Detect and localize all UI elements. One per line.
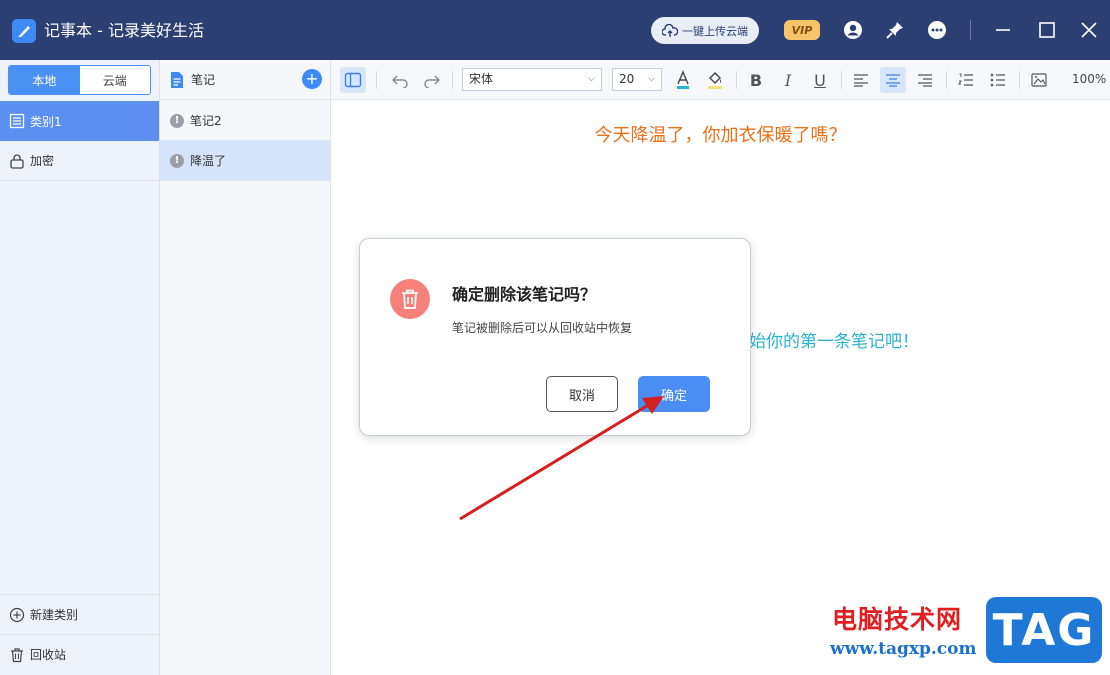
redo-icon[interactable] (419, 67, 445, 93)
title-bar: 记事本 - 记录美好生活 一键上传云端 VIP (0, 0, 1110, 60)
toolbar-divider (452, 71, 453, 89)
underline-icon[interactable]: U (807, 67, 833, 93)
tab-local[interactable]: 本地 (9, 66, 80, 94)
new-category-button[interactable]: 新建类别 (0, 594, 159, 634)
editor-toolbar: 宋体 ⌵ 20 ⌵ B I U 100% (331, 60, 1110, 100)
more-options-icon[interactable] (925, 18, 949, 42)
chevron-down-icon: ⌵ (648, 74, 655, 84)
note-title: 降温了 (190, 154, 227, 168)
font-family-select[interactable]: 宋体 ⌵ (462, 68, 602, 91)
note-list-title: 笔记 (191, 73, 216, 87)
category-item-encrypted[interactable]: 加密 (0, 141, 159, 181)
toolbar-divider (841, 71, 842, 89)
toggle-sidebar-icon[interactable] (340, 67, 366, 93)
toolbar-divider (946, 71, 947, 89)
storage-tabs: 本地 云端 (8, 65, 151, 95)
toolbar-divider (736, 71, 737, 89)
highlight-color-icon[interactable] (702, 67, 728, 93)
minimize-icon[interactable] (991, 18, 1015, 42)
align-center-icon[interactable] (880, 67, 906, 93)
note-item[interactable]: ! 笔记2 (160, 101, 330, 141)
cancel-button[interactable]: 取消 (546, 376, 618, 412)
category-sidebar: 本地 云端 类别1 加密 新建类别 回收站 (0, 60, 160, 675)
lock-icon (10, 153, 24, 169)
watermark-tag-logo: TAG (986, 597, 1102, 663)
plus-circle-icon (9, 607, 25, 622)
font-size-value: 20 (619, 72, 635, 86)
watermark-site-name: 电脑技术网 (832, 605, 963, 634)
font-color-icon[interactable] (670, 67, 696, 93)
window-title: 记事本 - 记录美好生活 (44, 21, 204, 40)
bullet-list-icon[interactable] (985, 67, 1011, 93)
category-label: 类别1 (30, 114, 62, 129)
recycle-bin-label: 回收站 (30, 648, 67, 662)
trash-icon (11, 647, 23, 662)
bold-icon[interactable]: B (743, 67, 769, 93)
delete-confirm-dialog: 确定删除该笔记吗？ 笔记被删除后可以从回收站中恢复 取消 确定 (359, 238, 751, 436)
list-icon (9, 113, 25, 129)
dialog-description: 笔记被删除后可以从回收站中恢复 (452, 321, 633, 335)
recycle-bin-button[interactable]: 回收站 (0, 634, 159, 674)
category-item-1[interactable]: 类别1 (0, 101, 159, 141)
cloud-upload-icon (662, 23, 678, 37)
italic-icon[interactable]: I (775, 67, 801, 93)
watermark-url: www.tagxp.com (830, 639, 977, 659)
font-size-select[interactable]: 20 ⌵ (612, 68, 662, 91)
maximize-icon[interactable] (1035, 18, 1059, 42)
app-logo-icon (12, 19, 36, 43)
close-icon[interactable] (1077, 18, 1101, 42)
user-account-icon[interactable] (841, 18, 865, 42)
placeholder-hint: 始你的第一条笔记吧！ (749, 332, 919, 352)
add-note-button[interactable]: + (302, 69, 322, 89)
note-item[interactable]: ! 降温了 (160, 141, 330, 181)
vip-badge[interactable]: VIP (784, 20, 820, 40)
unsynced-warning-icon: ! (170, 113, 184, 128)
confirm-button[interactable]: 确定 (638, 376, 710, 412)
trash-icon (390, 279, 430, 319)
upload-label: 一键上传云端 (682, 24, 748, 38)
unsynced-warning-icon: ! (170, 153, 184, 168)
note-list-panel: 笔记 + ! 笔记2 ! 降温了 (160, 60, 331, 675)
font-family-value: 宋体 (469, 72, 494, 86)
insert-image-icon[interactable] (1026, 67, 1052, 93)
upload-to-cloud-button[interactable]: 一键上传云端 (651, 17, 759, 44)
undo-icon[interactable] (387, 67, 413, 93)
note-title: 笔记2 (190, 114, 222, 128)
numbered-list-icon[interactable] (953, 67, 979, 93)
toolbar-divider (1019, 71, 1020, 89)
note-heading[interactable]: 今天降温了，你加衣保暖了嗎？ (331, 121, 1110, 147)
chevron-down-icon: ⌵ (588, 74, 595, 84)
align-right-icon[interactable] (912, 67, 938, 93)
note-file-icon (171, 71, 183, 88)
zoom-level[interactable]: 100% (1072, 72, 1106, 86)
dialog-title: 确定删除该笔记吗？ (452, 285, 597, 304)
toolbar-divider (376, 71, 377, 89)
tab-cloud[interactable]: 云端 (79, 66, 150, 94)
titlebar-divider (970, 20, 971, 40)
new-category-label: 新建类别 (30, 608, 79, 622)
pin-icon[interactable] (883, 18, 907, 42)
category-label: 加密 (30, 154, 55, 168)
align-left-icon[interactable] (848, 67, 874, 93)
